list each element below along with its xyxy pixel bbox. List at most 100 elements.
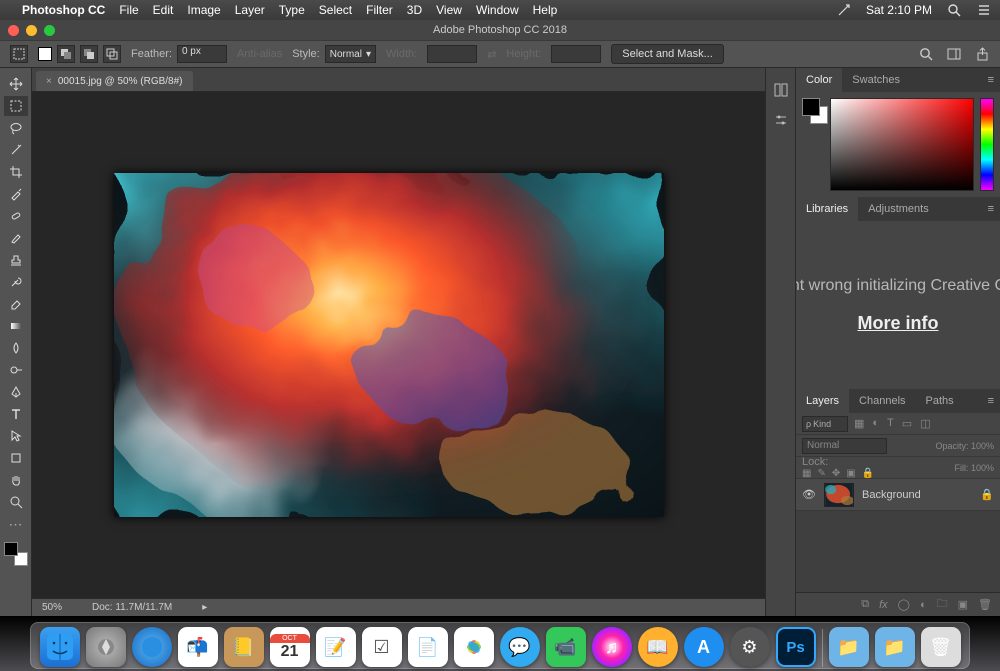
opacity-value[interactable]: 100% [971,441,994,451]
selection-add-icon[interactable] [57,45,75,63]
menu-help[interactable]: Help [533,3,558,17]
status-arrow-icon[interactable]: ▸ [202,602,207,613]
stamp-tool[interactable] [4,250,28,270]
layer-visibility-icon[interactable]: 👁 [802,488,816,501]
menu-window[interactable]: Window [476,3,519,17]
channels-tab[interactable]: Channels [849,389,915,413]
dock-pages[interactable]: 📄 [408,627,448,667]
dock-safari[interactable] [132,627,172,667]
share-icon[interactable] [974,46,990,62]
dock-launchpad[interactable] [86,627,126,667]
delete-layer-icon[interactable]: 🗑 [978,598,992,611]
app-menu[interactable]: Photoshop CC [22,3,105,17]
edit-toolbar-icon[interactable]: ⋯ [4,514,28,534]
maximize-window-button[interactable] [44,25,55,36]
blur-tool[interactable] [4,338,28,358]
workspace-switcher-icon[interactable] [946,46,962,62]
lock-paint-icon[interactable]: ✎ [817,468,825,479]
dock-calendar[interactable]: OCT21 [270,627,310,667]
selection-intersect-icon[interactable] [103,45,121,63]
new-group-icon[interactable]: 🗀 [937,595,948,614]
gradient-tool[interactable] [4,316,28,336]
paths-tab[interactable]: Paths [916,389,964,413]
foreground-color[interactable] [4,542,18,556]
close-tab-icon[interactable]: × [46,76,52,87]
filter-type-icon[interactable]: T [887,417,894,430]
select-and-mask-button[interactable]: Select and Mask... [611,44,724,64]
zoom-tool[interactable] [4,492,28,512]
layer-name[interactable]: Background [862,489,921,501]
menu-filter[interactable]: Filter [366,3,393,17]
dock-settings[interactable]: ⚙ [730,627,770,667]
dock-photos[interactable] [454,627,494,667]
close-window-button[interactable] [8,25,19,36]
new-adjustment-icon[interactable]: ◐ [920,599,927,611]
menu-view[interactable]: View [436,3,462,17]
zoom-level[interactable]: 50% [42,602,62,613]
libraries-tab[interactable]: Libraries [796,197,858,221]
move-tool[interactable] [4,74,28,94]
layer-fx-icon[interactable]: fx [879,599,888,611]
color-tab[interactable]: Color [796,68,842,92]
layer-filter-kind[interactable]: ρKind [802,416,848,432]
layer-row[interactable]: 👁 Background 🔒 [796,479,1000,511]
layer-thumbnail[interactable] [824,483,854,507]
properties-panel-icon[interactable] [773,112,789,128]
path-select-tool[interactable] [4,426,28,446]
color-field[interactable] [830,98,974,191]
crop-tool[interactable] [4,162,28,182]
selection-new-icon[interactable] [38,47,52,61]
menu-layer[interactable]: Layer [235,3,265,17]
fill-value[interactable]: 100% [971,463,994,473]
dock-downloads[interactable]: 📁 [829,627,869,667]
new-layer-icon[interactable]: ▣ [958,598,968,611]
menu-type[interactable]: Type [279,3,305,17]
shape-tool[interactable] [4,448,28,468]
filter-smart-icon[interactable]: ◫ [920,417,930,430]
dock-appstore[interactable]: A [684,627,724,667]
menu-edit[interactable]: Edit [153,3,174,17]
dock-trash[interactable]: 🗑 [921,627,961,667]
hand-tool[interactable] [4,470,28,490]
history-brush-tool[interactable] [4,272,28,292]
lock-artboard-icon[interactable]: ▣ [846,468,855,479]
minimize-window-button[interactable] [26,25,37,36]
hue-slider[interactable] [980,98,994,191]
canvas-area[interactable] [32,92,765,598]
brush-tool[interactable] [4,228,28,248]
menu-file[interactable]: File [119,3,138,17]
notification-icon[interactable] [836,2,852,18]
doc-size[interactable]: Doc: 11.7M/11.7M [92,602,172,613]
menu-3d[interactable]: 3D [407,3,422,17]
link-layers-icon[interactable]: ⧉ [861,598,869,611]
lasso-tool[interactable] [4,118,28,138]
dock-facetime[interactable]: 📹 [546,627,586,667]
menu-list-icon[interactable] [976,2,992,18]
history-panel-icon[interactable] [773,82,789,98]
dock-notes[interactable]: 📝 [316,627,356,667]
filter-adjust-icon[interactable]: ◐ [872,417,879,430]
selection-subtract-icon[interactable] [80,45,98,63]
dock-finder[interactable] [40,627,80,667]
layers-tab[interactable]: Layers [796,389,849,413]
style-select[interactable]: Normal▾ [325,45,376,63]
eraser-tool[interactable] [4,294,28,314]
dock-reminders[interactable]: ☑ [362,627,402,667]
swatches-tab[interactable]: Swatches [842,68,910,92]
color-panel-menu-icon[interactable]: ≡ [988,74,1000,86]
canvas[interactable] [114,173,664,517]
adjustments-tab[interactable]: Adjustments [858,197,939,221]
spotlight-icon[interactable] [946,2,962,18]
menu-image[interactable]: Image [187,3,220,17]
pen-tool[interactable] [4,382,28,402]
healing-tool[interactable] [4,206,28,226]
search-icon[interactable] [918,46,934,62]
dock-photoshop[interactable]: Ps [776,627,816,667]
dock-ibooks[interactable]: 📖 [638,627,678,667]
filter-shape-icon[interactable]: ▭ [902,417,912,430]
lock-transparent-icon[interactable]: ▦ [802,468,811,479]
feather-input[interactable]: 0 px [177,45,227,63]
layers-panel-menu-icon[interactable]: ≡ [988,395,1000,407]
libraries-more-info-link[interactable]: More info [858,313,939,334]
tool-preset-button[interactable] [10,45,28,63]
